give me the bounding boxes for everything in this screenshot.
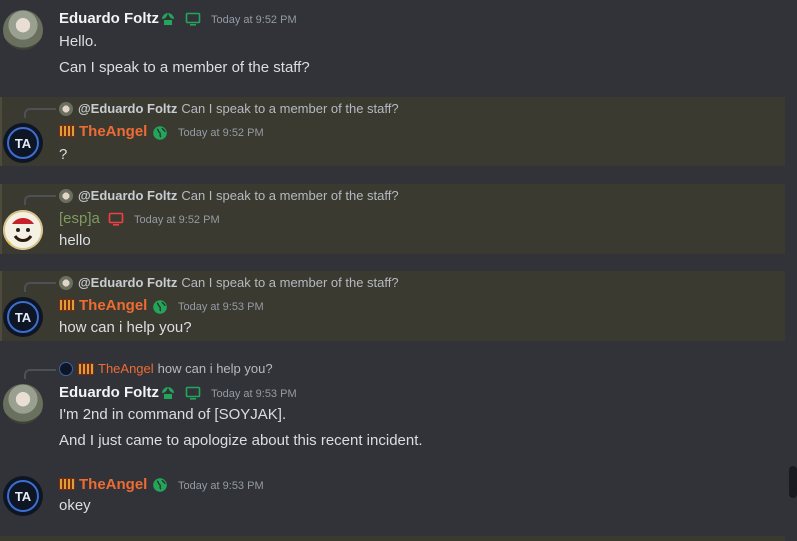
author-name[interactable]: [esp]a <box>59 210 100 227</box>
message-3: @Eduardo Foltz Can I speak to a member o… <box>0 271 785 341</box>
reply-text: Can I speak to a member of the staff? <box>181 101 399 116</box>
message-2: @Eduardo Foltz Can I speak to a member o… <box>0 184 785 254</box>
desktop-icon <box>185 386 201 400</box>
svg-text:TA: TA <box>15 489 32 504</box>
reply-text: how can i help you? <box>157 361 273 376</box>
author-name[interactable]: TheAngel <box>59 123 147 140</box>
timestamp: Today at 9:53 PM <box>211 388 297 400</box>
globe-icon <box>153 126 167 140</box>
reply-author[interactable]: @Eduardo Foltz <box>78 188 177 203</box>
green-leaf-badge-icon <box>162 387 174 399</box>
message-4: TheAngel how can i help you? Eduardo Fol… <box>0 358 785 458</box>
author-name[interactable]: Eduardo Foltz <box>59 384 159 401</box>
timestamp: Today at 9:52 PM <box>178 127 264 139</box>
ta-logo-icon: TA <box>7 480 39 512</box>
message-line: okey <box>59 497 91 514</box>
reply-preview[interactable]: TheAngel how can i help you? <box>59 361 273 376</box>
esp-avatar[interactable] <box>3 210 43 250</box>
scrollbar-thumb[interactable] <box>789 466 797 498</box>
reply-author[interactable]: @Eduardo Foltz <box>78 101 177 116</box>
reply-preview[interactable]: @Eduardo Foltz Can I speak to a member o… <box>59 188 399 203</box>
bars-tag-icon <box>59 299 75 311</box>
author-name[interactable]: Eduardo Foltz <box>59 10 159 27</box>
reply-text: Can I speak to a member of the staff? <box>181 188 399 203</box>
svg-text:TA: TA <box>15 136 32 151</box>
reply-avatar-icon <box>59 361 73 376</box>
reply-text: Can I speak to a member of the staff? <box>181 275 399 290</box>
timestamp: Today at 9:53 PM <box>178 480 264 492</box>
reply-avatar-icon <box>59 188 73 203</box>
timestamp: Today at 9:53 PM <box>178 301 264 313</box>
message-line: I'm 2nd in command of [SOYJAK]. <box>59 406 287 423</box>
bars-tag-icon <box>59 125 75 137</box>
ta-logo-icon: TA <box>7 301 39 333</box>
desktop-icon <box>108 212 124 226</box>
message-line: how can i help you? <box>59 319 192 336</box>
message-line: hello <box>59 232 91 249</box>
theangel-avatar[interactable]: TA <box>3 476 43 516</box>
reply-preview[interactable]: @Eduardo Foltz Can I speak to a member o… <box>59 101 399 116</box>
reply-author[interactable]: TheAngel <box>98 361 154 376</box>
message-line: And I just came to apologize about this … <box>59 432 423 449</box>
bars-tag-icon <box>78 362 94 375</box>
bars-tag-icon <box>59 478 75 490</box>
theangel-avatar[interactable]: TA <box>3 297 43 337</box>
message-0: Eduardo Foltz Today at 9:52 PM Hello. Ca… <box>0 0 785 90</box>
desktop-icon <box>185 12 201 26</box>
eduardo-avatar[interactable] <box>3 384 43 424</box>
message-line: ? <box>59 146 68 163</box>
reply-preview[interactable]: @Eduardo Foltz Can I speak to a member o… <box>59 275 399 290</box>
reply-author[interactable]: @Eduardo Foltz <box>78 275 177 290</box>
globe-icon <box>153 478 167 492</box>
reply-avatar-icon <box>59 275 73 290</box>
message-5: TA TheAngel Today at 9:53 PM okey <box>0 468 785 528</box>
green-leaf-badge-icon <box>162 13 174 25</box>
message-line: Can I speak to a member of the staff? <box>59 59 310 76</box>
reply-avatar-icon <box>59 101 73 116</box>
timestamp: Today at 9:52 PM <box>211 14 297 26</box>
globe-icon <box>153 300 167 314</box>
theangel-avatar[interactable]: TA <box>3 123 43 163</box>
svg-text:TA: TA <box>15 310 32 325</box>
message-1: @Eduardo Foltz Can I speak to a member o… <box>0 97 785 166</box>
author-name[interactable]: TheAngel <box>59 297 147 314</box>
next-message-highlight <box>0 536 785 541</box>
message-line: Hello. <box>59 33 98 50</box>
ta-logo-icon: TA <box>7 127 39 159</box>
author-name[interactable]: TheAngel <box>59 476 147 493</box>
timestamp: Today at 9:52 PM <box>134 214 220 226</box>
eduardo-avatar[interactable] <box>3 10 43 50</box>
esp-face-icon <box>3 210 43 250</box>
